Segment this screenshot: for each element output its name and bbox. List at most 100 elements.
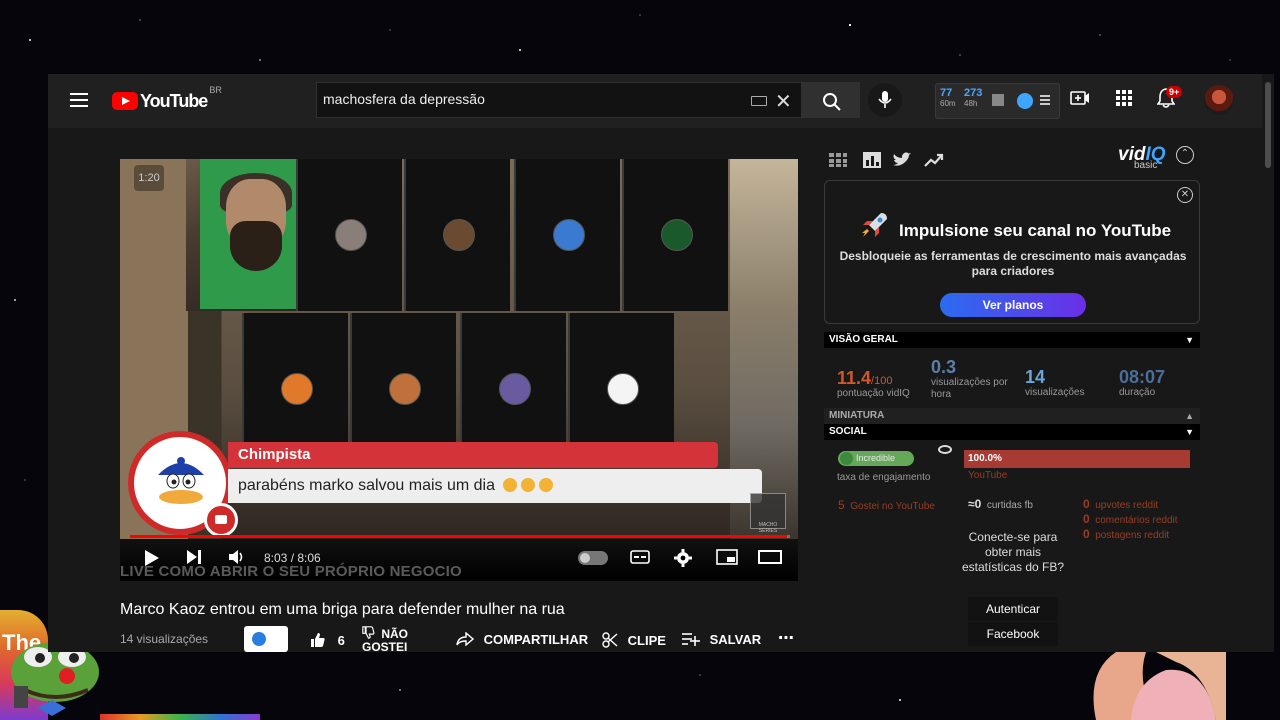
video-player[interactable]: 1:20 Chimpista parabéns marko salvou mai… [120, 159, 798, 581]
create-icon[interactable] [1068, 88, 1092, 112]
facebook-connect-prompt: Conecte-se para obter mais estatísticas … [961, 530, 1065, 574]
vidiq-toolbar-stats[interactable]: 77 60m 273 48h [935, 83, 1060, 119]
vidiq-stat-48h: 273 48h [964, 87, 983, 108]
see-plans-button[interactable]: Ver planos [940, 293, 1086, 317]
collapse-up-icon[interactable]: ⌃ [1176, 146, 1194, 164]
search-box: ✕ [316, 82, 802, 118]
chat-message: parabéns marko salvou mais um dia [238, 477, 554, 495]
country-code: BR [209, 85, 222, 95]
playlist-add-icon [682, 633, 700, 646]
theater-mode-icon[interactable] [758, 549, 782, 569]
keyboard-icon[interactable] [751, 96, 767, 106]
autoplay-toggle[interactable] [578, 551, 608, 565]
stream-overlay-caption: LIVE COMO ABRIR O SEU PRÓPRIO NEGOCIO [120, 563, 462, 580]
participant-tile [622, 159, 728, 311]
reddit-upvotes-label: upvotes reddit [1095, 500, 1159, 511]
clap-emoji-icon [539, 478, 554, 492]
eye-icon[interactable] [938, 445, 952, 454]
bar-chart-icon[interactable] [862, 152, 882, 168]
reddit-comments-stat: 0 comentários reddit [1083, 512, 1178, 526]
vph-label: visualizações por hora [931, 377, 1008, 400]
chat-avatar-circle [128, 431, 238, 537]
settings-gear-icon[interactable] [674, 549, 692, 571]
voice-search-button[interactable] [868, 83, 902, 117]
social-section-header[interactable]: SOCIAL ▼ [824, 424, 1200, 440]
views-stat: 14 visualizações [1025, 367, 1084, 399]
like-button[interactable]: 6 [310, 632, 345, 648]
avatar[interactable] [1204, 85, 1234, 115]
dislike-button[interactable]: NÃO GOSTEI [362, 626, 432, 652]
reddit-upvotes-count: 0 [1083, 497, 1090, 511]
share-label: COMPARTILHAR [483, 632, 589, 647]
host-camera-feed [186, 159, 296, 311]
duck-avatar-icon [158, 457, 204, 504]
vidiq-menu-icon[interactable] [1040, 95, 1050, 105]
promo-subtitle: Desbloqueie as ferramentas de cresciment… [839, 249, 1187, 278]
scissors-icon [602, 632, 618, 648]
vidiq-chip-icon[interactable] [244, 626, 288, 652]
youtube-likes-stat: 5 Gostei no YouTube [838, 498, 935, 512]
search-icon [823, 93, 841, 111]
caret-down-icon: ▼ [1185, 335, 1194, 345]
host-beard [230, 221, 282, 271]
miniplayer-icon[interactable] [716, 549, 738, 569]
reddit-posts-stat: 0 postagens reddit [1083, 527, 1169, 541]
search-input[interactable] [323, 91, 743, 107]
youtube-logo[interactable]: YouTube BR [112, 85, 222, 111]
thumbnail-section-label: MINIATURA [829, 410, 885, 421]
engagement-badge: Incredible [838, 451, 914, 466]
clip-button[interactable]: CLIPE [602, 632, 666, 648]
participant-avatar [389, 373, 421, 405]
engagement-label: taxa de engajamento [837, 472, 931, 483]
duration-label: duração [1119, 387, 1156, 398]
clap-emoji-icon [521, 478, 536, 492]
menu-icon[interactable] [70, 93, 88, 107]
participant-tile [404, 159, 510, 311]
scrollbar-thumb[interactable] [1265, 82, 1271, 168]
vidiq-score-stat: 11.4/100 pontuação vidIQ [837, 368, 910, 400]
youtube-share-percent: 100.0% [968, 453, 1002, 464]
vidiq-score: 11.4 [837, 368, 872, 388]
promo-title: Impulsione seu canal no YouTube [899, 221, 1172, 240]
like-count: 6 [337, 633, 345, 648]
vph-value: 0.3 [931, 357, 957, 377]
apps-icon[interactable] [1112, 88, 1136, 112]
clear-icon[interactable]: ✕ [775, 89, 792, 114]
participant-avatar [281, 373, 313, 405]
twitter-icon[interactable] [892, 152, 912, 168]
duration-stat: 08:07 duração [1119, 367, 1165, 399]
participant-avatar [661, 219, 693, 251]
chat-message-text: parabéns marko salvou mais um dia [238, 477, 496, 494]
more-actions-button[interactable]: ⋯ [778, 628, 794, 648]
caret-down-icon: ▼ [1185, 427, 1194, 437]
clap-emoji-icon [503, 478, 518, 492]
view-count: 14 visualizações [120, 632, 209, 646]
facebook-likes-label: curtidas fb [986, 500, 1033, 511]
youtube-play-icon [112, 92, 138, 110]
grid-icon[interactable] [828, 152, 848, 168]
vph-stat: 0.3 visualizações por hora [931, 357, 1017, 401]
facebook-button[interactable]: Facebook [968, 622, 1058, 646]
chart-icon[interactable] [992, 94, 1004, 106]
save-button[interactable]: SALVAR [682, 632, 761, 647]
reddit-comments-label: comentários reddit [1095, 515, 1178, 526]
overview-section-header[interactable]: VISÃO GERAL ▼ [824, 332, 1200, 348]
duration-value: 08:07 [1119, 367, 1166, 387]
vidiq-stat-60m: 77 60m [940, 87, 956, 108]
subtitles-icon[interactable] [630, 549, 650, 569]
notification-badge: 9+ [1166, 86, 1183, 98]
thumbs-up-icon [311, 633, 325, 647]
browser-window: YouTube BR ✕ 7760m 27348h 9 [48, 74, 1274, 652]
trending-icon[interactable] [924, 152, 944, 168]
authenticate-button[interactable]: Autenticar [968, 597, 1058, 621]
views-label: visualizações [1025, 387, 1085, 398]
thumbnail-section-header[interactable]: MINIATURA ▲ [824, 408, 1200, 424]
vidiq-play-icon[interactable] [1017, 93, 1033, 109]
close-icon[interactable]: ✕ [1177, 187, 1193, 203]
youtube-logo-text: YouTube [140, 90, 208, 111]
participant-avatar [607, 373, 639, 405]
channel-watermark[interactable]: MACHO SÉRIES [750, 493, 786, 534]
share-button[interactable]: COMPARTILHAR [456, 631, 589, 647]
search-button[interactable] [802, 82, 860, 118]
overview-section-label: VISÃO GERAL [829, 334, 898, 345]
